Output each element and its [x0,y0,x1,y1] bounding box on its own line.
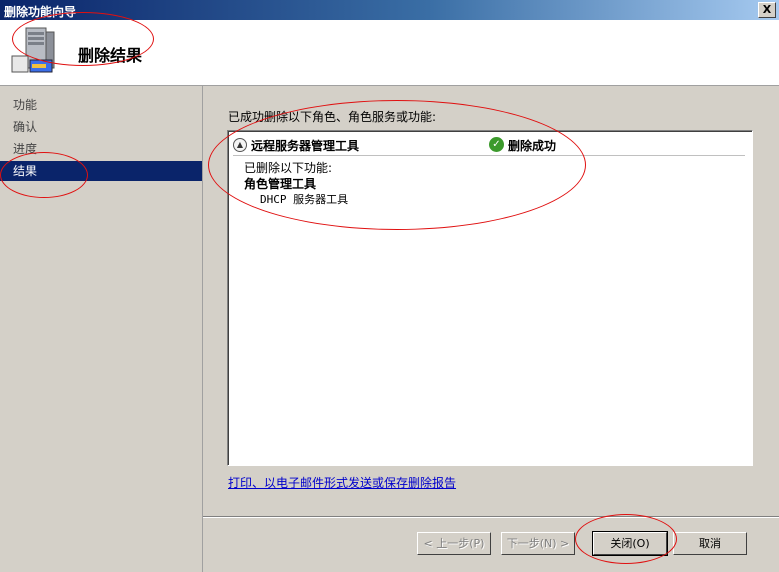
wizard-steps: 功能 确认 进度 结果 [0,86,203,572]
removed-label: 已删除以下功能: [244,161,333,175]
report-link[interactable]: 打印、以电子邮件形式发送或保存删除报告 [228,474,456,491]
feature-name: 远程服务器管理工具 [251,139,360,153]
intro-text: 已成功删除以下角色、角色服务或功能: [228,110,437,124]
step-progress: 进度 [0,139,202,159]
status-text: 删除成功 [508,139,557,153]
divider [203,516,779,518]
server-icon [11,27,55,73]
prev-button[interactable]: < 上一步(P) [417,532,491,555]
cancel-button[interactable]: 取消 [673,532,747,555]
collapse-icon[interactable]: ▲ [233,138,247,152]
step-results: 结果 [0,161,202,181]
result-row: ▲ 远程服务器管理工具 ✓ 删除成功 [233,137,743,153]
group-name: 角色管理工具 [244,177,317,191]
step-label: 确认 [13,120,38,134]
page-title: 删除结果 [78,46,143,65]
step-label: 功能 [13,98,38,112]
results-list[interactable]: ▲ 远程服务器管理工具 ✓ 删除成功 已删除以下功能: 角色管理工具 DHCP … [227,130,753,466]
sub-item: DHCP 服务器工具 [260,193,349,206]
step-label: 进度 [13,142,38,156]
step-confirm: 确认 [0,117,202,137]
checkmark-icon: ✓ [489,137,504,152]
next-button[interactable]: 下一步(N) > [501,532,575,555]
step-features: 功能 [0,95,202,115]
close-button[interactable]: 关闭(O) [592,531,668,556]
main-content: 已成功删除以下角色、角色服务或功能: ▲ 远程服务器管理工具 ✓ 删除成功 已删… [203,86,779,572]
window-title: 删除功能向导 [4,5,77,19]
step-label: 结果 [13,164,38,178]
divider [233,155,745,156]
close-icon[interactable]: X [758,2,776,18]
wizard-header: 删除结果 [0,20,779,86]
title-bar: 删除功能向导 X [0,0,779,20]
